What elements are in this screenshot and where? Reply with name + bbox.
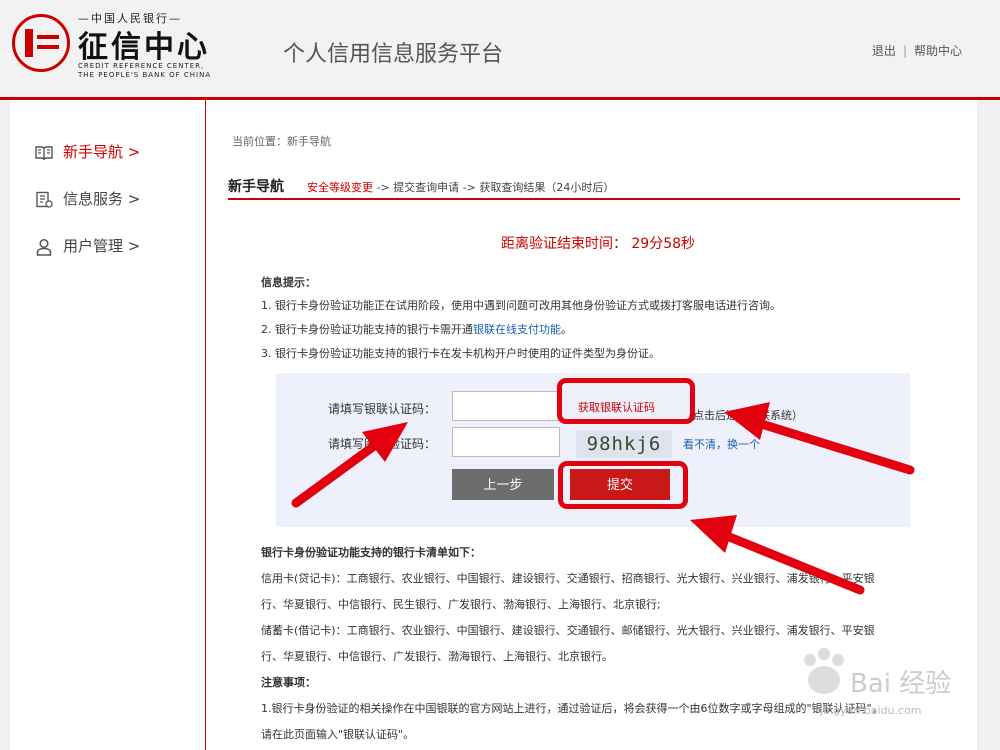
sidebar-item-label: 信息服务 > [63, 190, 141, 208]
sidebar-item-label: 新手导航 > [63, 143, 141, 161]
countdown-timer: 距离验证结束时间： 29分58秒 [500, 236, 696, 252]
help-center-link[interactable]: 帮助中心 [914, 44, 962, 58]
highlight-box-submit [558, 461, 688, 509]
banks-title: 银行卡身份验证功能支持的银行卡清单如下： [261, 546, 481, 559]
credit-center-logo[interactable]: —中国人民银行— 征信中心 CREDIT REFERENCE CENTER, T… [12, 10, 222, 82]
info-line-2-suffix: 。 [561, 323, 572, 336]
logout-link[interactable]: 退出 [872, 44, 896, 58]
guide-steps: 安全等级变更 -> 提交查询申请 -> 获取查询结果（24小时后） [307, 179, 614, 195]
book-icon [35, 145, 53, 160]
info-tips: 信息提示： 1. 银行卡身份验证功能正在试用阶段，使用中遇到问题可改用其他身份验… [261, 274, 951, 371]
sidebar-item-label: 用户管理 > [63, 237, 141, 255]
unionpay-online-payment-link[interactable]: 银联在线支付功能 [473, 323, 561, 336]
logo-en-line1: CREDIT REFERENCE CENTER, [78, 62, 205, 70]
credit-card-banks-line2: 行、华夏银行、中信银行、民生银行、广发银行、渤海银行、上海银行、北京银行; [261, 598, 661, 611]
step-rest: -> 提交查询申请 -> 获取查询结果（24小时后） [373, 181, 615, 194]
step-current: 安全等级变更 [307, 181, 373, 194]
logo-main-text: 征信中心 [78, 30, 210, 65]
user-icon [36, 238, 52, 256]
info-line-1: 1. 银行卡身份验证功能正在试用阶段，使用中遇到问题可改用其他身份验证方式或拨打… [261, 299, 781, 312]
watermark-text: Bai 经验 [850, 669, 951, 699]
site-header: —中国人民银行— 征信中心 CREDIT REFERENCE CENTER, T… [0, 0, 1000, 100]
captcha-image[interactable]: 98hkj6 [576, 430, 672, 458]
info-line-2: 2. 银行卡身份验证功能支持的银行卡需开通银联在线支付功能。 [261, 323, 951, 337]
link-separator: | [902, 44, 907, 58]
baidu-watermark-icon: Bai 经验 [804, 648, 951, 699]
sidebar-item-guide[interactable]: 新手导航 > [35, 140, 140, 164]
info-line-2-prefix: 2. 银行卡身份验证功能支持的银行卡需开通 [261, 323, 473, 336]
info-line-3: 3. 银行卡身份验证功能支持的银行卡在发卡机构开户时使用的证件类型为身份证。 [261, 347, 660, 360]
notice-line2: 请在此页面输入"银联认证码"。 [261, 728, 415, 741]
info-title: 信息提示： [261, 276, 316, 289]
unionpay-code-label: 请填写银联认证码： [328, 402, 437, 416]
sidebar: 新手导航 > 信息服务 > 用户管理 > [10, 100, 206, 750]
top-links: 退出 | 帮助中心 [872, 42, 962, 59]
watermark-url: jingyan.baidu.com [820, 704, 922, 717]
breadcrumb: 当前位置：新手导航 [232, 135, 331, 148]
captcha-label: 请填写图片验证码： [328, 437, 437, 451]
get-code-hint: （点击后进入银联系统） [682, 409, 803, 422]
credit-card-banks-line1: 信用卡(贷记卡)：工商银行、农业银行、中国银行、建设银行、交通银行、招商银行、光… [261, 572, 875, 585]
logo-en-line2: THE PEOPLE'S BANK OF CHINA [78, 71, 212, 79]
seal-icon [12, 14, 70, 72]
unionpay-code-input[interactable] [452, 391, 560, 421]
highlight-box-get-code [557, 378, 695, 424]
previous-step-button[interactable]: 上一步 [452, 469, 554, 500]
guide-bar: 新手导航 安全等级变更 -> 提交查询申请 -> 获取查询结果（24小时后） [228, 176, 960, 200]
refresh-captcha-link[interactable]: 看不清，换一个 [683, 436, 760, 452]
guide-title: 新手导航 [228, 179, 284, 195]
sidebar-item-info-service[interactable]: 信息服务 > [35, 187, 140, 211]
verification-form: 请填写银联认证码： 获取银联认证码 （点击后进入银联系统） 请填写图片验证码： … [276, 373, 910, 527]
document-icon [36, 191, 53, 208]
platform-title: 个人信用信息服务平台 [283, 42, 504, 67]
captcha-input[interactable] [452, 427, 560, 457]
sidebar-item-user-management[interactable]: 用户管理 > [35, 234, 140, 258]
